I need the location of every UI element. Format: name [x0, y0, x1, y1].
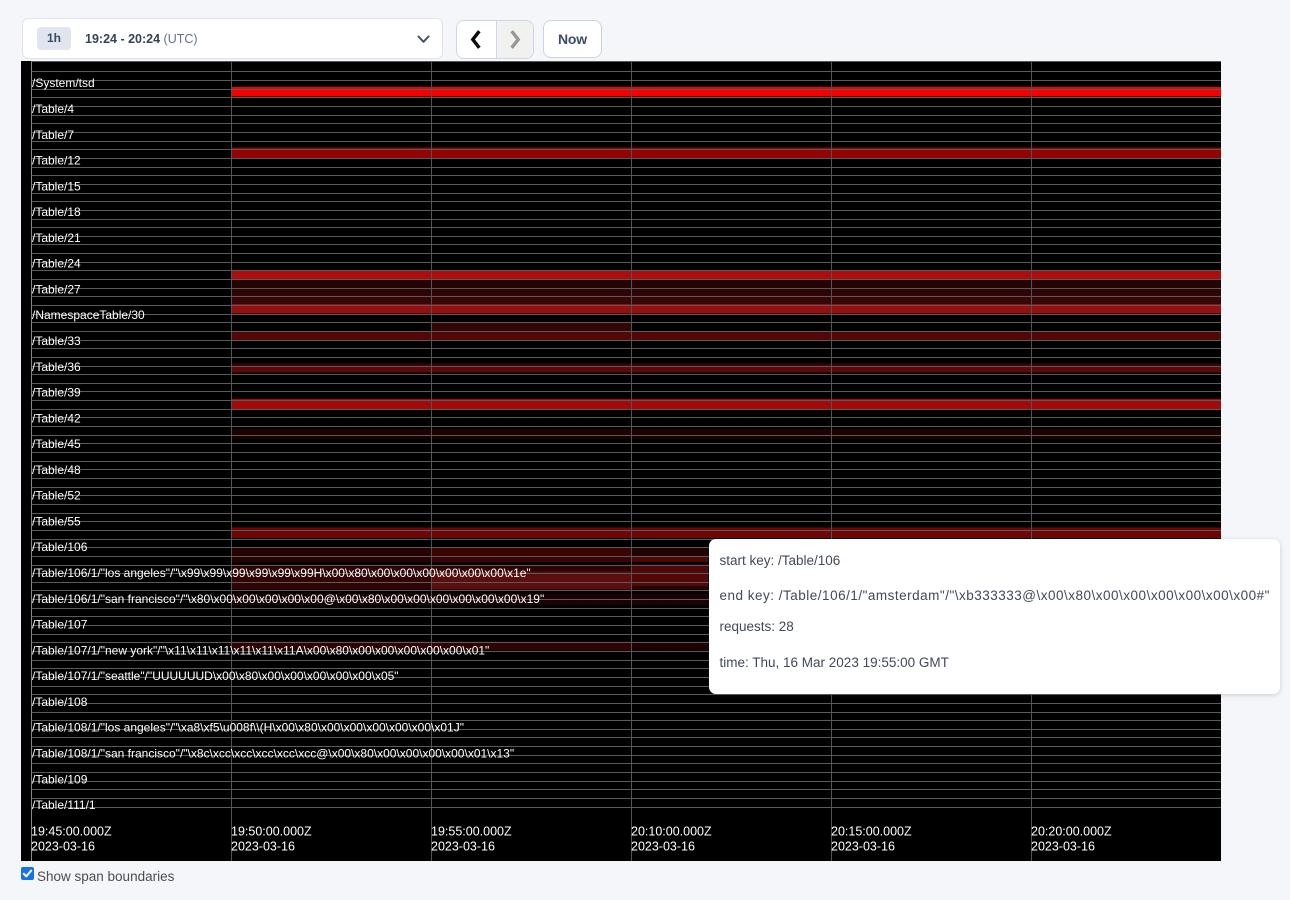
svg-text:/Table/107/1/"seattle"/"UUUUUU: /Table/107/1/"seattle"/"UUUUUUD\x00\x80\…: [32, 669, 399, 683]
svg-text:/Table/107/1/"new york"/"\x11\: /Table/107/1/"new york"/"\x11\x11\x11\x1…: [32, 643, 489, 657]
svg-text:2023-03-16: 2023-03-16: [231, 840, 295, 854]
svg-text:/Table/109: /Table/109: [32, 772, 88, 786]
svg-text:/NamespaceTable/30: /NamespaceTable/30: [32, 308, 145, 322]
svg-text:/Table/106/1/"san francisco"/": /Table/106/1/"san francisco"/"\x80\x00\x…: [32, 592, 544, 606]
svg-text:19:45:00.000Z: 19:45:00.000Z: [31, 825, 112, 839]
svg-text:/Table/42: /Table/42: [32, 411, 81, 425]
svg-text:2023-03-16: 2023-03-16: [31, 840, 95, 854]
svg-text:/System/tsd: /System/tsd: [32, 76, 95, 90]
svg-text:20:10:00.000Z: 20:10:00.000Z: [631, 825, 712, 839]
svg-text:/Table/12: /Table/12: [32, 154, 81, 168]
svg-text:/Table/24: /Table/24: [32, 257, 81, 271]
svg-text:/Table/108/1/"los angeles"/"\x: /Table/108/1/"los angeles"/"\xa8\xf5\u00…: [32, 721, 464, 735]
svg-text:19:55:00.000Z: 19:55:00.000Z: [431, 825, 512, 839]
svg-text:/Table/55: /Table/55: [32, 515, 81, 529]
svg-text:/Table/48: /Table/48: [32, 463, 81, 477]
svg-text:/Table/36: /Table/36: [32, 360, 81, 374]
svg-text:2023-03-16: 2023-03-16: [831, 840, 895, 854]
svg-text:2023-03-16: 2023-03-16: [631, 840, 695, 854]
svg-text:/Table/33: /Table/33: [32, 334, 81, 348]
svg-text:20:15:00.000Z: 20:15:00.000Z: [831, 825, 912, 839]
svg-text:2023-03-16: 2023-03-16: [1031, 840, 1095, 854]
svg-text:/Table/52: /Table/52: [32, 489, 81, 503]
svg-text:/Table/45: /Table/45: [32, 437, 81, 451]
svg-text:/Table/106: /Table/106: [32, 540, 88, 554]
svg-text:/Table/107: /Table/107: [32, 618, 88, 632]
svg-text:20:20:00.000Z: 20:20:00.000Z: [1031, 825, 1112, 839]
svg-text:/Table/15: /Table/15: [32, 179, 81, 193]
svg-text:/Table/27: /Table/27: [32, 282, 81, 296]
svg-text:/Table/106/1/"los angeles"/"\x: /Table/106/1/"los angeles"/"\x99\x99\x99…: [32, 566, 531, 580]
svg-text:/Table/7: /Table/7: [32, 128, 74, 142]
svg-text:/Table/108: /Table/108: [32, 695, 88, 709]
svg-text:/Table/111/1: /Table/111/1: [32, 798, 96, 812]
svg-text:/Table/39: /Table/39: [32, 386, 81, 400]
svg-text:/Table/21: /Table/21: [32, 231, 81, 245]
svg-text:2023-03-16: 2023-03-16: [431, 840, 495, 854]
svg-text:/Table/18: /Table/18: [32, 205, 81, 219]
svg-text:19:50:00.000Z: 19:50:00.000Z: [231, 825, 312, 839]
svg-text:/Table/4: /Table/4: [32, 102, 74, 116]
svg-text:/Table/108/1/"san francisco"/": /Table/108/1/"san francisco"/"\x8c\xcc\x…: [32, 747, 514, 761]
